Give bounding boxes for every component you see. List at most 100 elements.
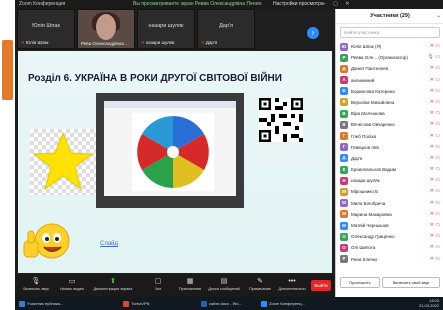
participant-row[interactable]: К Кроиопальнов Вадим ✕ ▭ (336, 164, 443, 175)
participant-row[interactable]: М Марина Макаровна ✕ ▭ (336, 209, 443, 220)
slide-link[interactable]: Слайд (100, 241, 118, 247)
mic-muted-icon: ✕ ▭ (429, 121, 440, 128)
slide-title: Розділ 6. УКРАЇНА В РОКИ ДРУГОЇ СВІТОВОЇ… (28, 73, 282, 84)
taskbar-item[interactable]: TurboVPN (123, 299, 150, 308)
participant-name: Матвій Чернышов (351, 223, 389, 228)
participant-row[interactable]: О Олі Шипота ✕ ▭ (336, 242, 443, 253)
tile-name: Дар'я (219, 23, 233, 29)
mic-muted-icon: ✕ ▭ (429, 177, 440, 184)
participant-name: Данил Пантелеев (351, 66, 389, 72)
whiteboard-button[interactable]: ▤ Доска сообщений (205, 275, 243, 297)
view-settings-button[interactable]: Настройки просмотра (273, 0, 324, 9)
participant-name: Дар'я (351, 155, 363, 161)
avatar: В (340, 109, 348, 118)
avatar: Р (340, 255, 348, 264)
more-icon: ••• (288, 278, 296, 285)
participant-row[interactable]: М Мила Білобрича ✕ ▭ (336, 198, 443, 209)
participant-row[interactable]: Г Глеб Поліха ✕ ▭ (336, 131, 443, 142)
avatar: А (340, 76, 348, 85)
avatar: Б (340, 87, 348, 96)
share-screen-button[interactable]: ⬆ Демонстрация экрана (91, 275, 135, 297)
browser-bar (104, 101, 236, 108)
participant-row[interactable]: Б Бориалова Катерина ✕ ▭ (336, 86, 443, 97)
participant-row[interactable]: М Мірошнико Б ✕ ▭ (336, 186, 443, 197)
video-tile[interactable]: Юлія Шпак ✕Юлія Шпак (17, 9, 75, 49)
left-bezel (0, 0, 15, 310)
participant-row[interactable]: Аанонимний ✕ ▭ (336, 75, 443, 86)
participant-row[interactable]: Р Ревва Оле... (Организатор) 🎙 ▭ (336, 52, 443, 63)
qr-icon (259, 98, 303, 142)
mic-muted-icon: 🎙 (31, 278, 41, 285)
avatar: К (340, 165, 348, 174)
participant-name: Олі Шипота (351, 245, 376, 251)
avatar: Н (340, 176, 348, 185)
unmute-self-button[interactable]: Включить свой звук (382, 277, 440, 288)
spin-wheel (132, 113, 214, 191)
star-icon (32, 131, 94, 191)
share-screen-icon: ⬆ (110, 278, 116, 285)
apps-button[interactable]: ▦ Приложения (171, 275, 209, 297)
mic-on-icon: 🎙 ▭ (427, 54, 440, 61)
taskbar-item[interactable]: Участник публика... (19, 299, 63, 308)
video-tile-active[interactable]: Рева Олександрівна ... (77, 9, 135, 49)
zoom-icon (261, 300, 267, 307)
participant-row[interactable]: В Вячеслав Овчаренко ✕ ▭ (336, 119, 443, 130)
participant-search-input[interactable]: Найти участника (340, 27, 440, 38)
participant-row[interactable]: Р Рина Кличко ✕ ▭ (336, 254, 443, 265)
participant-name: Бориалова Катерина (351, 88, 395, 94)
thumbs-up-emoji-icon (23, 223, 70, 259)
avatar: Г (340, 132, 348, 140)
presentation-slide: Розділ 6. УКРАЇНА В РОКИ ДРУГОЇ СВІТОВОЇ… (18, 51, 332, 273)
participant-list: Ю Юлія Шпак (Я) ✕ ▭ Р Ревва Оле... (Организ… (336, 41, 443, 265)
invite-button[interactable]: Пригласить (340, 277, 380, 288)
participant-row[interactable]: М Матвій Чернышов ✕ ▭ (336, 220, 443, 231)
next-page-button[interactable]: › (307, 27, 319, 39)
unmute-button[interactable]: 🎙 Включить звук (17, 275, 55, 297)
avatar: М (340, 187, 348, 196)
collapse-icon[interactable]: ⌄ (436, 9, 441, 23)
window-controls[interactable]: – ▢ ✕ (323, 0, 352, 9)
participant-name: Ревва Оле... (Организатор) (351, 55, 408, 61)
start-video-button[interactable]: ▭ Начать видео (53, 275, 91, 297)
mic-muted-icon: ✕ ▭ (429, 166, 440, 173)
leave-button[interactable]: Выйти (311, 280, 331, 291)
participant-row[interactable]: В Вероніка Михайлина ✕ ▭ (336, 97, 443, 108)
zoom-window: Zoom Конференция Вы просматриваете экран… (15, 0, 443, 310)
participant-row[interactable]: В Віра Молчанова ✕ ▭ (336, 108, 443, 119)
avatar: М (340, 199, 348, 208)
video-tile[interactable]: Дар'я ✕Дар'я (197, 9, 255, 49)
participant-row[interactable]: О Олександр Гриценко ✕ ▭ (336, 231, 443, 242)
avatar: Г (340, 143, 348, 152)
mic-muted-icon: ✕ (21, 40, 25, 45)
screen-share-notice[interactable]: Вы просматриваете экран Ревва Олександрі… (133, 0, 262, 9)
shared-screen: Розділ 6. УКРАЇНА В РОКИ ДРУГОЇ СВІТОВОЇ… (15, 49, 335, 275)
participant-name: Вячеслав Овчаренко (351, 122, 395, 128)
participant-row[interactable]: Г Гевицков лев ✕ ▭ (336, 142, 443, 153)
mic-muted-icon: ✕ ▭ (429, 199, 440, 206)
avatar: О (340, 232, 348, 241)
chat-icon: ▢ (154, 278, 162, 285)
wheel-icon (137, 116, 209, 188)
tile-name: назари шуляк (148, 23, 184, 29)
monitor-screen (104, 101, 236, 196)
participant-name: Мила Білобрича (351, 200, 386, 206)
mic-muted-icon: ✕ ▭ (429, 222, 440, 228)
taskbar-item[interactable]: сайти.docx - Wo... (201, 299, 242, 308)
more-button[interactable]: ••• Дополнительно (273, 275, 311, 297)
taskbar-item[interactable]: Zoom Конференц... (261, 299, 305, 308)
app-icon (19, 300, 25, 307)
avatar: М (340, 221, 348, 230)
title-bar: Zoom Конференция Вы просматриваете экран… (15, 0, 443, 9)
participant-row[interactable]: Д Данил Пантелеев ✕ ▭ (336, 63, 443, 74)
participant-name: Глеб Поліха (351, 133, 377, 139)
system-clock[interactable]: 13:03 21.03.2022 (419, 298, 439, 308)
participant-name: Віра Молчанова (351, 111, 385, 117)
mic-muted-icon: ✕ ▭ (429, 132, 440, 139)
video-tile[interactable]: назари шуляк ✕назари шуляк (137, 9, 195, 49)
participant-row[interactable]: Нназари шуляк ✕ ▭ (336, 175, 443, 186)
participant-name: Юлія Шпак (Я) (351, 44, 382, 49)
participant-row[interactable]: Ю Юлія Шпак (Я) ✕ ▭ (336, 41, 443, 52)
mic-muted-icon: ✕ ▭ (429, 98, 440, 105)
participant-row[interactable]: Д Дар'я ✕ ▭ (336, 153, 443, 164)
tile-name: Юлія Шпак (32, 23, 60, 29)
